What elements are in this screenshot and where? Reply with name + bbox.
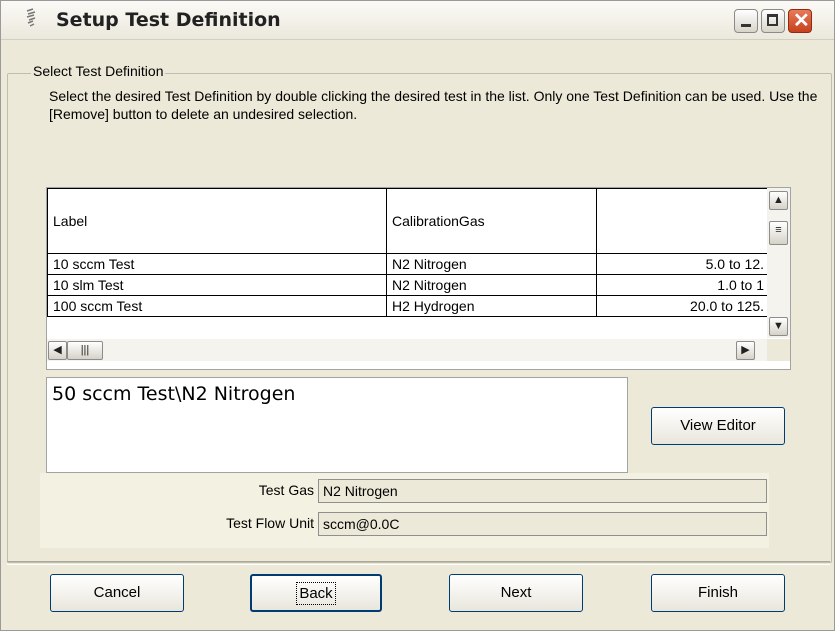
chevron-up-icon: ▲ bbox=[773, 194, 784, 206]
window-title: Setup Test Definition bbox=[56, 9, 281, 31]
table-cell: N2 Nitrogen bbox=[386, 253, 597, 275]
scroll-up-button[interactable]: ▲ bbox=[769, 191, 788, 210]
chevron-left-icon: ◀ bbox=[53, 344, 62, 356]
view-editor-button[interactable]: View Editor bbox=[651, 407, 785, 445]
table-cell: 10 sccm Test bbox=[47, 253, 387, 275]
maximize-icon bbox=[767, 14, 778, 26]
scroll-down-button[interactable]: ▼ bbox=[769, 317, 788, 336]
vertical-scroll-thumb[interactable]: ≡ bbox=[769, 221, 788, 245]
column-header-label[interactable]: Label bbox=[47, 188, 387, 254]
test-gas-value: N2 Nitrogen bbox=[323, 483, 398, 499]
horizontal-scrollbar[interactable]: ◀ ||| ▶ bbox=[47, 339, 767, 361]
title-bar[interactable]: Setup Test Definition ✕ bbox=[1, 1, 834, 40]
cancel-label: Cancel bbox=[93, 584, 141, 601]
chevron-down-icon: ▼ bbox=[773, 320, 784, 332]
close-button[interactable]: ✕ bbox=[788, 9, 812, 33]
grid-table: Label CalibrationGas 10 sccm Test N2 Nit… bbox=[47, 188, 770, 317]
test-gas-field: N2 Nitrogen bbox=[318, 479, 767, 503]
table-cell: 5.0 to 12. bbox=[596, 253, 770, 275]
grip-icon: ||| bbox=[80, 344, 90, 356]
minimize-button[interactable] bbox=[734, 9, 758, 33]
test-flow-unit-label: Test Flow Unit bbox=[226, 515, 314, 531]
column-header-calibration-gas[interactable]: CalibrationGas bbox=[386, 188, 597, 254]
back-label: Back bbox=[296, 582, 336, 605]
horizontal-scroll-thumb[interactable]: ||| bbox=[67, 341, 103, 360]
instructions-text: Select the desired Test Definition by do… bbox=[49, 88, 818, 122]
finish-button[interactable]: Finish bbox=[651, 574, 785, 612]
table-row[interactable]: 100 sccm Test H2 Hydrogen 20.0 to 125. bbox=[47, 295, 770, 317]
table-cell: 20.0 to 125. bbox=[596, 295, 770, 317]
close-icon: ✕ bbox=[793, 10, 810, 32]
cancel-button[interactable]: Cancel bbox=[50, 574, 184, 612]
footer-divider bbox=[7, 561, 830, 565]
next-label: Next bbox=[500, 584, 532, 601]
grip-icon: ≡ bbox=[775, 224, 782, 236]
next-button[interactable]: Next bbox=[449, 574, 583, 612]
scroll-left-button[interactable]: ◀ bbox=[48, 341, 67, 360]
test-flow-unit-field: sccm@0.0C bbox=[318, 512, 767, 536]
selected-test-text: 50 sccm Test\N2 Nitrogen bbox=[52, 383, 296, 405]
vertical-scrollbar[interactable]: ▲ ≡ ▼ bbox=[767, 188, 790, 338]
column-header-range[interactable] bbox=[596, 188, 770, 254]
grid-header-row: Label CalibrationGas bbox=[47, 188, 770, 254]
test-definition-grid[interactable]: Label CalibrationGas 10 sccm Test N2 Nit… bbox=[46, 187, 791, 370]
chevron-right-icon: ▶ bbox=[741, 344, 750, 356]
table-cell: 100 sccm Test bbox=[47, 295, 387, 317]
scrollbar-corner bbox=[767, 339, 790, 361]
selected-test-box[interactable]: 50 sccm Test\N2 Nitrogen bbox=[46, 377, 628, 473]
table-cell: 10 slm Test bbox=[47, 274, 387, 296]
table-row[interactable]: 10 slm Test N2 Nitrogen 1.0 to 1 bbox=[47, 274, 770, 296]
scroll-right-button[interactable]: ▶ bbox=[736, 341, 755, 360]
table-cell: 1.0 to 1 bbox=[596, 274, 770, 296]
view-editor-label: View Editor bbox=[680, 417, 756, 434]
test-flow-unit-value: sccm@0.0C bbox=[323, 516, 400, 532]
minimize-icon bbox=[741, 24, 751, 27]
maximize-button[interactable] bbox=[761, 9, 785, 33]
table-cell: N2 Nitrogen bbox=[386, 274, 597, 296]
app-icon bbox=[25, 8, 39, 30]
back-button[interactable]: Back bbox=[250, 574, 382, 612]
table-row[interactable]: 10 sccm Test N2 Nitrogen 5.0 to 12. bbox=[47, 253, 770, 275]
group-legend: Select Test Definition bbox=[31, 63, 166, 79]
test-gas-label: Test Gas bbox=[258, 482, 314, 498]
table-cell: H2 Hydrogen bbox=[386, 295, 597, 317]
finish-label: Finish bbox=[697, 584, 738, 601]
